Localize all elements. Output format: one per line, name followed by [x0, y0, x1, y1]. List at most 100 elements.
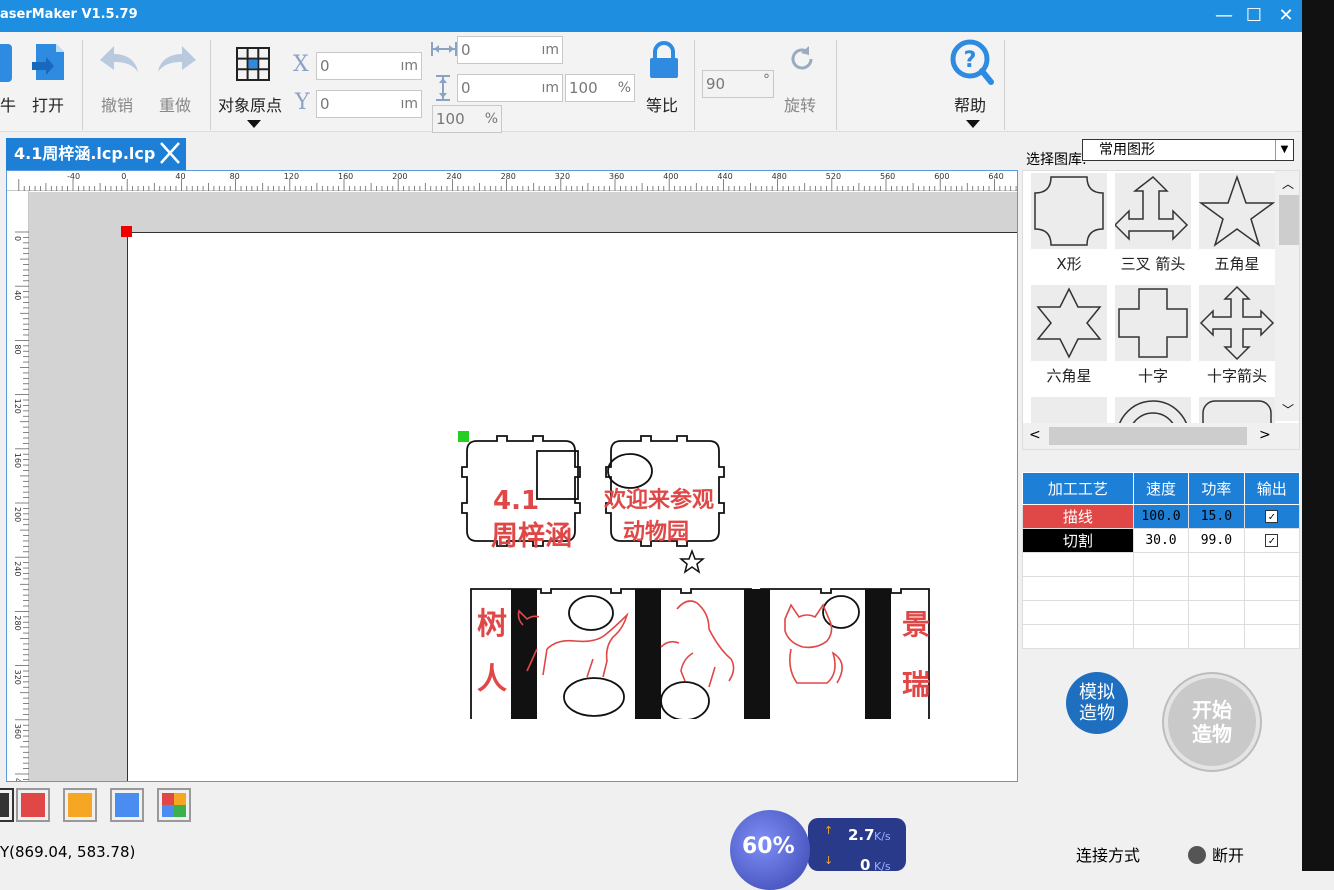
power-cell[interactable]: 99.0 [1188, 528, 1245, 553]
close-icon[interactable]: ✕ [1274, 4, 1298, 28]
process-name[interactable]: 描线 [1022, 504, 1134, 529]
help-label: 帮助 [954, 96, 987, 115]
y-value: 0 [320, 95, 330, 113]
origin-grid-icon [236, 47, 270, 81]
window-edge [1302, 0, 1334, 871]
scroll-thumb[interactable] [1279, 195, 1299, 245]
x-shape-icon [1034, 176, 1104, 246]
three-way-arrow-icon [1113, 176, 1189, 241]
ruler-label: 120 [13, 399, 22, 414]
upload-speed: 2.7 [848, 826, 875, 844]
process-name[interactable]: 切割 [1022, 528, 1134, 553]
download-unit: K/s [874, 860, 891, 873]
undo-label: 撤销 [101, 96, 134, 115]
shape-three-way-arrow[interactable]: 三叉 箭头 [1113, 173, 1191, 274]
rotate-label: 旋转 [784, 96, 817, 115]
open-button[interactable]: 打开 [28, 38, 72, 126]
speed-cell[interactable]: 30.0 [1132, 528, 1190, 553]
ruler-label: 280 [501, 172, 516, 181]
library-select[interactable]: 常用图形 ▼ [1082, 139, 1294, 161]
hscroll-thumb[interactable] [1049, 427, 1247, 445]
start-button[interactable]: 开始 造物 [1164, 674, 1260, 770]
maximize-icon[interactable]: ☐ [1242, 4, 1266, 28]
start-label-2: 造物 [1192, 722, 1232, 746]
ruler-label: 0 [13, 236, 22, 241]
chevron-down-icon[interactable]: ▼ [1275, 140, 1293, 160]
x-position-input[interactable]: 0 ım [316, 52, 422, 80]
shape-x[interactable]: X形 [1031, 173, 1107, 274]
document-tab[interactable]: 4.1周梓涵.lcp.lcp [6, 138, 186, 170]
height-percent-input[interactable]: 100% [432, 105, 502, 133]
selection-handle [458, 431, 469, 442]
width-unit: ım [541, 42, 559, 58]
height-unit: ım [541, 80, 559, 96]
help-dropdown-icon[interactable] [966, 120, 980, 128]
ruler-label: 40 [175, 172, 185, 181]
canvas-area[interactable]: -40 0 40 80 120 160 200 240 280 320 360 400 440 480 52… [6, 170, 1018, 788]
simulate-label-2: 造物 [1079, 703, 1115, 724]
strip-right-text-1: 景 [902, 608, 930, 641]
lock-icon [650, 41, 678, 78]
close-tab-icon[interactable] [158, 140, 182, 166]
output-checkbox[interactable]: ✓ [1265, 510, 1279, 523]
shape-six-star[interactable]: 六角星 [1031, 285, 1107, 386]
speed-cell[interactable]: 100.0 [1132, 504, 1190, 529]
download-speed: 0 [860, 856, 871, 874]
shape-cross[interactable]: 十字 [1115, 285, 1191, 386]
power-cell[interactable]: 15.0 [1188, 504, 1245, 529]
shape-library-vscroll[interactable]: ︿ ﹀ [1275, 171, 1299, 421]
color-swatch-red[interactable] [16, 788, 50, 822]
title-bar: aserMaker V1.5.79 — ☐ ✕ [0, 0, 1302, 32]
ruler-label: 520 [826, 172, 841, 181]
width-input[interactable]: 0 ım [457, 36, 563, 64]
strip-outline [470, 588, 930, 719]
ruler-label: 200 [392, 172, 407, 181]
y-position-input[interactable]: 0 ım [316, 90, 422, 118]
rotate-angle-input[interactable]: 90 ° [702, 70, 774, 98]
shape-five-star[interactable]: 五角星 [1198, 173, 1276, 274]
vertical-ruler-ticks: 0 40 80 120 160 200 240 280 320 360 40 [13, 231, 29, 788]
table-row [1022, 600, 1301, 625]
output-cell[interactable]: ✓ [1243, 504, 1301, 529]
table-row[interactable]: 切割 30.0 99.0 ✓ [1022, 528, 1301, 553]
start-label-1: 开始 [1192, 698, 1232, 722]
width-percent-input[interactable]: 100% [565, 74, 635, 102]
help-button[interactable]: ? 帮助 [948, 38, 996, 132]
panel2-line1: 欢迎来参观 [603, 487, 714, 513]
origin-marker[interactable] [121, 226, 132, 237]
table-row[interactable]: 描线 100.0 15.0 ✓ [1022, 504, 1301, 529]
process-table: 加工工艺 速度 功率 输出 描线 100.0 15.0 ✓ 切割 30.0 99… [1022, 472, 1301, 649]
scroll-down-icon[interactable]: ﹀ [1275, 401, 1299, 417]
scroll-left-icon[interactable]: < [1029, 427, 1041, 443]
height-arrow-icon [436, 75, 450, 101]
shape-cross-arrow[interactable]: 十字箭头 [1199, 285, 1275, 386]
simulate-button[interactable]: 模拟 造物 [1066, 672, 1128, 734]
ruler-label: 360 [609, 172, 624, 181]
horse-drawing [660, 600, 735, 688]
undo-button[interactable]: 撤销 [96, 38, 142, 126]
height-input[interactable]: 0 ım [457, 74, 563, 102]
design-drawing[interactable]: 4.1 周梓涵 欢迎来参观 动物园 树 人 景 瑞 [455, 429, 935, 719]
output-cell[interactable]: ✓ [1243, 528, 1301, 553]
cursor-coordinates: Y(869.04, 583.78) [0, 843, 136, 861]
hinge-4 [865, 589, 891, 719]
minimize-icon[interactable]: — [1212, 4, 1236, 28]
scroll-right-icon[interactable]: > [1259, 427, 1271, 443]
new-file-icon[interactable] [0, 44, 12, 82]
color-swatch-orange[interactable] [63, 788, 97, 822]
proportional-lock-button[interactable]: 等比 [640, 40, 688, 126]
color-swatch-blue[interactable] [110, 788, 144, 822]
scroll-up-icon[interactable]: ︿ [1275, 175, 1299, 191]
ruler-label: 80 [230, 172, 240, 181]
origin-dropdown-icon[interactable] [247, 120, 261, 128]
redo-button[interactable]: 重做 [154, 38, 200, 126]
object-origin-button[interactable]: 对象原点 [216, 38, 290, 132]
shape-library-hscroll[interactable]: < > [1023, 423, 1299, 449]
color-swatch-multi[interactable] [157, 788, 191, 822]
tab-label: 4.1周梓涵.lcp.lcp [14, 144, 156, 163]
rotate-button[interactable]: 旋转 [782, 44, 822, 126]
redo-icon [158, 46, 196, 72]
ruler-label: 480 [772, 172, 787, 181]
output-checkbox[interactable]: ✓ [1265, 534, 1279, 547]
color-swatch-black[interactable] [0, 788, 14, 822]
